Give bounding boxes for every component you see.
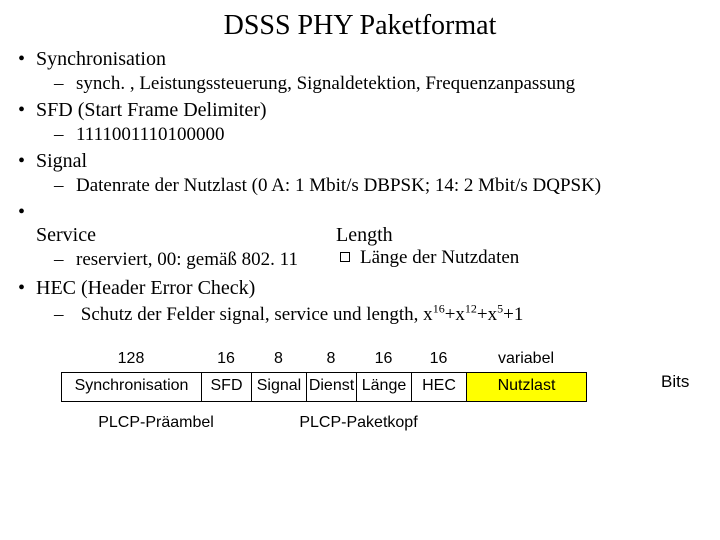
bullet-sfd-sub: 1111001110100000: [76, 124, 700, 146]
field-hec: HEC: [412, 373, 467, 401]
bits-sync: 128: [61, 350, 201, 368]
bullet-service-text: Service: [36, 224, 96, 246]
bullet-service-sub: reserviert, 00: gemäß 802. 11: [76, 249, 336, 271]
hec-plusx-1: +x: [445, 304, 465, 325]
bullet-list: Synchronisation synch. , Leistungssteuer…: [20, 48, 700, 326]
field-signal: Signal: [252, 373, 307, 401]
bit-count-row: 128 16 8 8 16 16 variabel: [61, 350, 586, 368]
bullet-service-length: Service reserviert, 00: gemäß 802. 11 Le…: [36, 201, 700, 275]
bullet-sfd-text: SFD (Start Frame Delimiter): [36, 99, 267, 121]
bullet-signal: Signal Datenrate der Nutzlast (0 A: 1 Mb…: [36, 150, 700, 197]
hec-exp-12: 12: [465, 302, 477, 316]
bits-signal: 8: [251, 350, 306, 368]
bits-dienst: 8: [306, 350, 356, 368]
bits-sfd: 16: [201, 350, 251, 368]
packet-diagram: 128 16 8 8 16 16 variabel Synchronisatio…: [61, 350, 659, 450]
bullet-sfd: SFD (Start Frame Delimiter) 111100111010…: [36, 99, 700, 146]
bullet-signal-text: Signal: [36, 150, 87, 172]
bullet-signal-sub: Datenrate der Nutzlast (0 A: 1 Mbit/s DB…: [76, 175, 700, 197]
hec-plusx-2: +x: [477, 304, 497, 325]
bullet-hec-text: HEC (Header Error Check): [36, 277, 255, 299]
bullet-length-sub: Länge der Nutzdaten: [336, 247, 700, 269]
bits-var: variabel: [466, 350, 586, 368]
page-title: DSSS PHY Paketformat: [20, 10, 700, 42]
label-header: PLCP-Paketkopf: [251, 414, 466, 432]
bullet-sync: Synchronisation synch. , Leistungssteuer…: [36, 48, 700, 95]
field-nutzlast: Nutzlast: [467, 373, 587, 401]
label-preamble: PLCP-Präambel: [61, 414, 251, 432]
bits-hec: 16: [411, 350, 466, 368]
field-lange: Länge: [357, 373, 412, 401]
field-sync: Synchronisation: [62, 373, 202, 401]
field-dienst: Dienst: [307, 373, 357, 401]
bullet-length-text: Length: [336, 224, 393, 246]
bullet-hec: HEC (Header Error Check) Schutz der Feld…: [36, 277, 700, 326]
bullet-sync-sub: synch. , Leistungssteuerung, Signaldetek…: [76, 73, 700, 95]
hec-exp-16: 16: [433, 302, 445, 316]
field-sfd: SFD: [202, 373, 252, 401]
hec-poly-pre: Schutz der Felder signal, service und le…: [81, 304, 433, 325]
hec-plus1: +1: [503, 304, 523, 325]
bullet-sync-text: Synchronisation: [36, 48, 166, 70]
bits-label: Bits: [661, 372, 689, 392]
bullet-hec-sub: Schutz der Felder signal, service und le…: [76, 302, 700, 326]
field-row: Synchronisation SFD Signal Dienst Länge …: [61, 372, 587, 402]
bits-lange: 16: [356, 350, 411, 368]
